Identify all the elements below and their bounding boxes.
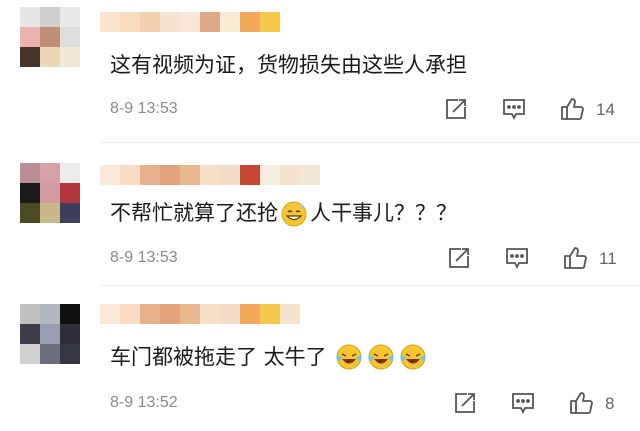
username-pixel <box>160 165 180 185</box>
comment-item: 车门都被拖走了 太牛了 8-9 13:52 8 <box>0 286 640 431</box>
username-pixel <box>280 304 300 324</box>
avatar-pixel <box>20 324 40 344</box>
avatar-pixel <box>60 203 80 223</box>
username-pixel <box>300 165 320 185</box>
username-pixel <box>160 304 180 324</box>
username-pixel <box>180 12 200 32</box>
username-pixel <box>280 165 300 185</box>
avatar-pixel <box>20 163 40 183</box>
avatar-pixel <box>40 27 60 47</box>
username-pixel <box>260 12 280 32</box>
username-pixel <box>120 12 140 32</box>
avatar[interactable] <box>20 7 80 67</box>
avatar-pixel <box>40 163 60 183</box>
avatar-pixel <box>40 304 60 324</box>
username-pixel <box>240 304 260 324</box>
timestamp: 8-9 13:52 <box>110 394 178 411</box>
comment-text: 这有视频为证，货物损失由这些人承担 <box>110 53 467 77</box>
comment-icon[interactable] <box>504 245 530 271</box>
username-pixel <box>100 12 120 32</box>
comment-item: 不帮忙就算了还抢 人干事儿？？？ 8-9 13:53 11 <box>0 143 640 286</box>
sweat-grin-emoji-icon <box>281 201 307 227</box>
avatar-pixel <box>60 344 80 364</box>
comment-text-part: 人干事儿？？？ <box>310 201 457 225</box>
username-pixel <box>220 304 240 324</box>
username-pixel <box>100 304 120 324</box>
thumbs-up-icon[interactable] <box>559 96 585 122</box>
username-pixel <box>180 165 200 185</box>
avatar-pixel <box>60 324 80 344</box>
username-pixel <box>140 304 160 324</box>
comment-text: 不帮忙就算了还抢 人干事儿？？？ <box>110 198 457 228</box>
like-count: 14 <box>596 100 615 119</box>
username-blurred[interactable] <box>100 304 300 324</box>
comment-text-part: 不帮忙就算了还抢 <box>110 201 278 225</box>
share-icon[interactable] <box>452 390 478 416</box>
avatar-pixel <box>20 27 40 47</box>
username-blurred[interactable] <box>100 165 320 185</box>
avatar-pixel <box>60 163 80 183</box>
share-icon[interactable] <box>443 96 469 122</box>
avatar[interactable] <box>20 163 80 223</box>
avatar-pixel <box>20 47 40 67</box>
avatar-pixel <box>60 183 80 203</box>
timestamp: 8-9 13:53 <box>110 100 178 117</box>
avatar-pixel <box>20 183 40 203</box>
avatar-pixel <box>40 183 60 203</box>
comment-text-part: 车门都被拖走了 太牛了 <box>110 345 327 369</box>
comment-item: 这有视频为证，货物损失由这些人承担 8-9 13:53 14 <box>0 0 640 143</box>
username-pixel <box>120 304 140 324</box>
like-count: 8 <box>605 394 615 413</box>
username-pixel <box>140 165 160 185</box>
username-pixel <box>200 304 220 324</box>
avatar-pixel <box>20 203 40 223</box>
avatar-pixel <box>20 304 40 324</box>
username-pixel <box>200 165 220 185</box>
avatar-pixel <box>40 203 60 223</box>
avatar-pixel <box>60 27 80 47</box>
timestamp: 8-9 13:53 <box>110 249 178 266</box>
avatar-pixel <box>60 47 80 67</box>
username-pixel <box>160 12 180 32</box>
share-icon[interactable] <box>446 245 472 271</box>
avatar-pixel <box>40 7 60 27</box>
username-pixel <box>240 12 260 32</box>
avatar-pixel <box>60 7 80 27</box>
username-pixel <box>140 12 160 32</box>
username-pixel <box>120 165 140 185</box>
username-pixel <box>200 12 220 32</box>
username-pixel <box>260 165 280 185</box>
like-count: 11 <box>599 249 617 268</box>
laugh-cry-emoji-icon <box>336 344 362 370</box>
username-blurred[interactable] <box>100 12 280 32</box>
avatar-pixel <box>20 344 40 364</box>
avatar-pixel <box>40 324 60 344</box>
username-pixel <box>240 165 260 185</box>
username-pixel <box>100 165 120 185</box>
comment-icon[interactable] <box>510 390 536 416</box>
comment-icon[interactable] <box>501 96 527 122</box>
avatar-pixel <box>40 47 60 67</box>
username-pixel <box>180 304 200 324</box>
laugh-cry-emoji-icon <box>368 344 394 370</box>
thumbs-up-icon[interactable] <box>562 245 588 271</box>
username-pixel <box>220 165 240 185</box>
username-pixel <box>260 304 280 324</box>
avatar-pixel <box>20 7 40 27</box>
avatar-pixel <box>40 344 60 364</box>
thumbs-up-icon[interactable] <box>568 390 594 416</box>
comment-text: 车门都被拖走了 太牛了 <box>110 342 429 372</box>
avatar-pixel <box>60 304 80 324</box>
laugh-cry-emoji-icon <box>400 344 426 370</box>
username-pixel <box>220 12 240 32</box>
avatar[interactable] <box>20 304 80 364</box>
